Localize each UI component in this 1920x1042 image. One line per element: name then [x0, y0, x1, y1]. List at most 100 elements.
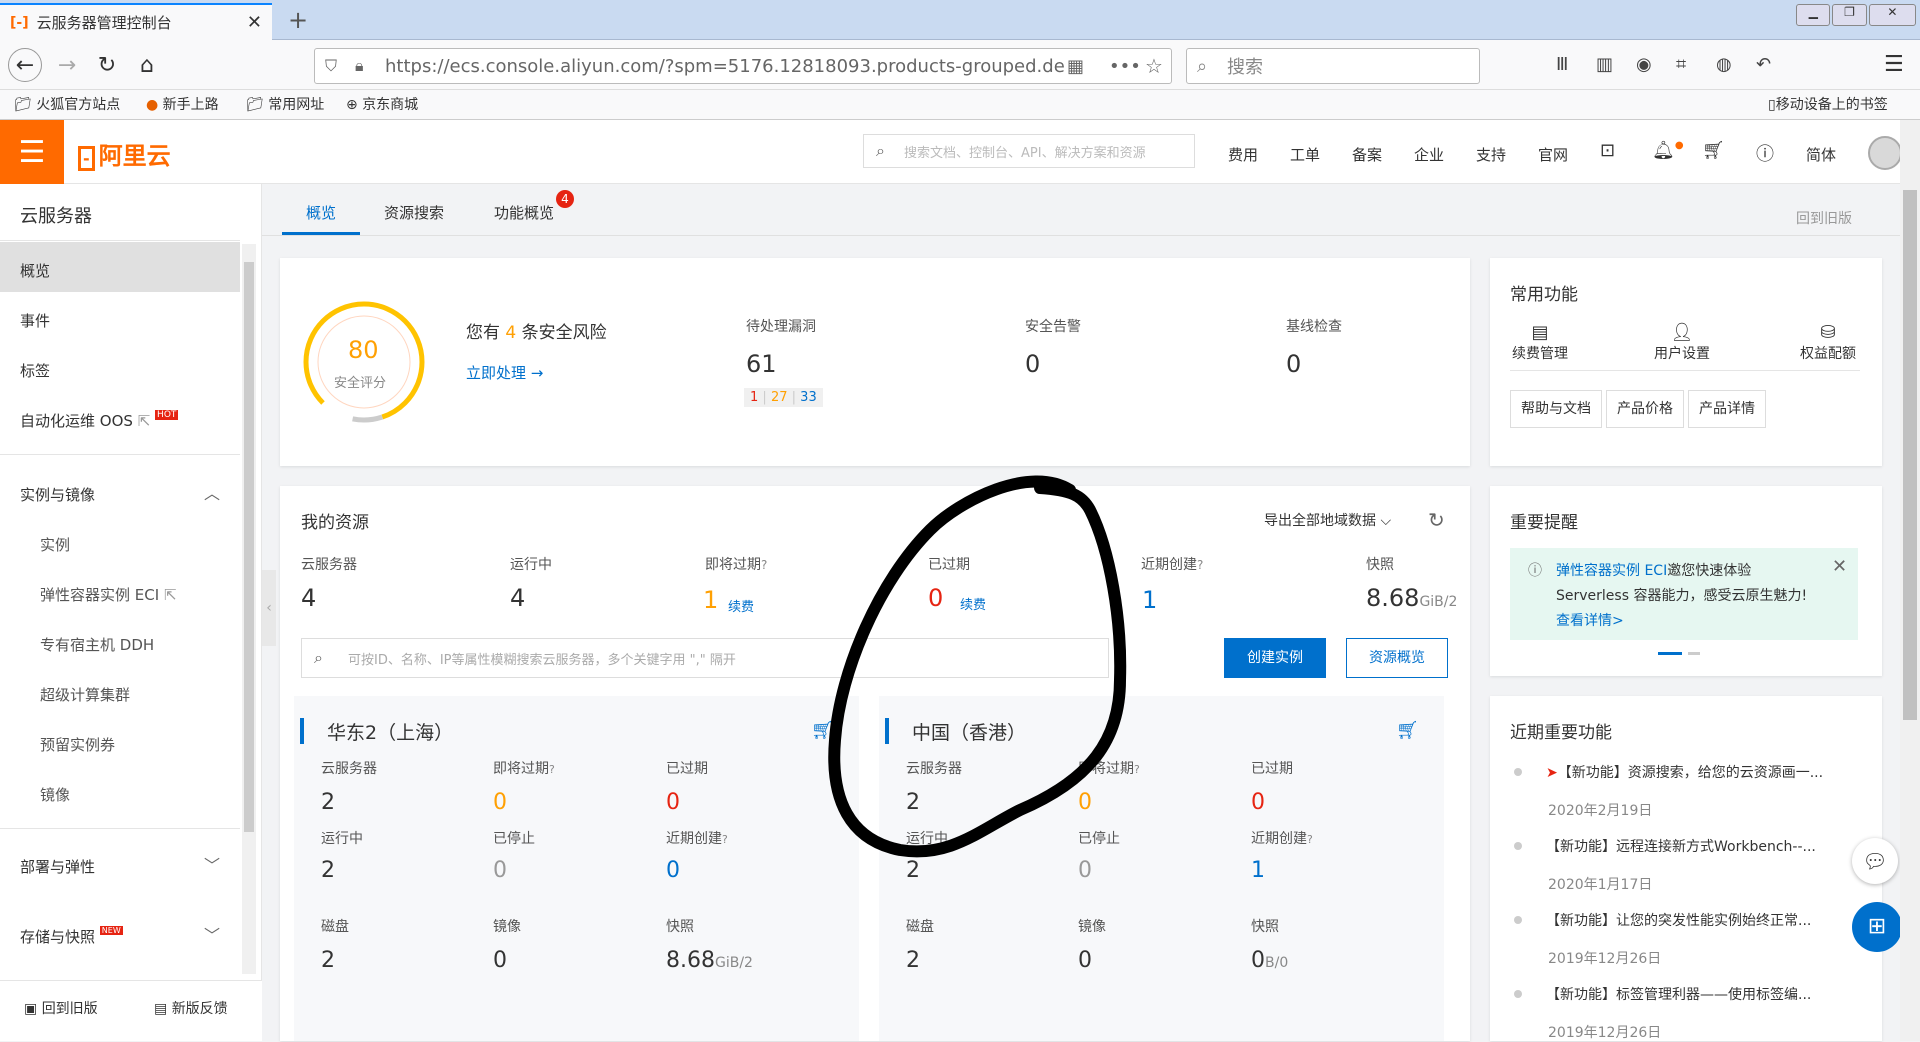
region-stat-value[interactable]: 0: [493, 948, 507, 973]
nav-icp[interactable]: 备案: [1352, 144, 1382, 165]
bell-icon[interactable]: 🔔︎●: [1652, 140, 1684, 161]
chat-icon[interactable]: ◍: [1716, 54, 1756, 75]
minimize-icon[interactable]: ▁: [1796, 4, 1831, 26]
refresh-icon[interactable]: ↻: [1428, 508, 1445, 532]
tab-resource-search[interactable]: 资源搜索: [384, 202, 444, 223]
close-icon[interactable]: ✕: [1832, 556, 1847, 577]
region-stat-value[interactable]: 2: [906, 948, 920, 973]
nav-tickets[interactable]: 工单: [1290, 144, 1320, 165]
stat-value[interactable]: 1: [703, 586, 718, 614]
region-stat-value[interactable]: 2: [321, 858, 335, 883]
help-icon[interactable]: ?: [722, 833, 728, 846]
help-icon[interactable]: ?: [761, 558, 767, 572]
home-icon[interactable]: ⌂: [130, 48, 164, 82]
reload-icon[interactable]: ↻: [90, 48, 124, 82]
nav-enterprise[interactable]: 企业: [1414, 144, 1444, 165]
stat-value[interactable]: 4: [510, 584, 525, 612]
help-docs-link[interactable]: 帮助与文档: [1510, 390, 1602, 428]
avatar[interactable]: [1868, 136, 1902, 170]
cart-icon[interactable]: 🛒︎: [1702, 140, 1725, 161]
chevron-down-icon[interactable]: ﹀: [204, 922, 220, 946]
sidebar-scrollbar[interactable]: [242, 244, 256, 974]
region-stat-value[interactable]: 1: [1251, 858, 1265, 883]
region-stat-value[interactable]: 2: [321, 948, 335, 973]
apps-float-button[interactable]: ⊞: [1852, 902, 1902, 952]
mobile-bookmarks[interactable]: ▯移动设备上的书签: [1768, 94, 1888, 114]
browser-tab[interactable]: [-] 云服务器管理控制台 ✕: [0, 3, 272, 40]
back-icon[interactable]: ←: [8, 48, 42, 82]
sidebar-item-events[interactable]: 事件: [20, 310, 50, 331]
url-bar[interactable]: ⛉ 🔒︎ https://ecs.console.aliyun.com/?spm…: [314, 48, 1172, 84]
back-to-old-button[interactable]: ▣ 回到旧版: [24, 998, 98, 1018]
help-icon[interactable]: ?: [1197, 558, 1203, 572]
region-stat-value[interactable]: 0: [493, 790, 507, 815]
close-tab-icon[interactable]: ✕: [247, 12, 262, 33]
sidebar-item-tags[interactable]: 标签: [20, 360, 50, 381]
bookmark-item[interactable]: 📁︎ 常用网址: [246, 94, 324, 114]
sidebar-item-ddh[interactable]: 专有宿主机 DDH: [40, 634, 154, 655]
tab-overview[interactable]: 概览: [306, 202, 336, 223]
feedback-button[interactable]: ▤ 新版反馈: [154, 998, 228, 1018]
region-stat-value[interactable]: 0B/0: [1251, 948, 1288, 973]
restore-icon[interactable]: ❐: [1832, 4, 1867, 26]
quota[interactable]: ⛁ 权益配额: [1798, 322, 1858, 363]
handle-now-link[interactable]: 立即处理 →: [466, 362, 543, 383]
tab-feature-overview[interactable]: 功能概览: [494, 202, 554, 223]
hamburger-menu-icon[interactable]: ☰: [0, 120, 64, 184]
undo-icon[interactable]: ↶: [1756, 54, 1796, 75]
sidebar-group-storage[interactable]: 存储与快照 NEW: [20, 926, 123, 947]
stat-value[interactable]: 4: [301, 584, 316, 612]
bookmark-item[interactable]: 📁︎ 火狐官方站点: [14, 94, 120, 114]
sidebar-group-deploy[interactable]: 部署与弹性: [20, 856, 95, 877]
carousel-indicator[interactable]: [1688, 652, 1700, 655]
region-stat-value[interactable]: 0: [666, 858, 680, 883]
region-stat-value[interactable]: 8.68GiB/2: [666, 948, 753, 973]
user-settings[interactable]: 👤︎ 用户设置: [1652, 322, 1712, 363]
vuln-value[interactable]: 61: [746, 350, 777, 378]
baseline-value[interactable]: 0: [1286, 350, 1301, 378]
sidebar-item-oos[interactable]: 自动化运维 OOS ⇱ HOT: [20, 410, 179, 431]
library-icon[interactable]: Ⅲ: [1556, 54, 1596, 75]
product-detail-link[interactable]: 产品详情: [1688, 390, 1766, 428]
star-icon[interactable]: ☆: [1145, 54, 1163, 78]
screenshot-icon[interactable]: ⌗: [1676, 54, 1716, 75]
export-dropdown[interactable]: 导出全部地域数据 ⌵: [1264, 510, 1391, 530]
region-stat-value[interactable]: 0: [666, 790, 680, 815]
sidebar-group-instances[interactable]: 实例与镜像: [20, 484, 95, 505]
sidebar-item-eci[interactable]: 弹性容器实例 ECI ⇱: [40, 584, 177, 605]
recent-item-link[interactable]: ➤【新功能】资源搜索，给您的云资源画一...: [1546, 762, 1823, 782]
region-stat-value[interactable]: 2: [321, 790, 335, 815]
help-icon[interactable]: ?: [1307, 833, 1313, 846]
price-link[interactable]: 产品价格: [1606, 390, 1684, 428]
region-stat-value[interactable]: 0: [1078, 948, 1092, 973]
page-scrollbar[interactable]: [1900, 120, 1920, 1041]
console-search-input[interactable]: ⌕ 搜索文档、控制台、API、解决方案和资源: [863, 134, 1195, 168]
aliyun-logo[interactable]: - 阿里云: [78, 136, 171, 171]
recent-item-link[interactable]: 【新功能】让您的突发性能实例始终正常...: [1546, 910, 1811, 930]
sidebar-item-hpc[interactable]: 超级计算集群: [40, 684, 130, 705]
terminal-icon[interactable]: ⊡: [1600, 140, 1615, 161]
new-tab-icon[interactable]: +: [288, 6, 308, 34]
sidebar-item-instances[interactable]: 实例: [40, 534, 70, 555]
help-icon[interactable]: ⓘ: [1756, 140, 1774, 166]
chevron-up-icon[interactable]: ︿: [204, 480, 220, 504]
chevron-down-icon[interactable]: ﹀: [204, 852, 220, 876]
recent-item-link[interactable]: 【新功能】标签管理利器——使用标签编...: [1546, 984, 1811, 1004]
qr-icon[interactable]: ▦: [1067, 56, 1084, 77]
create-instance-button[interactable]: 创建实例: [1224, 638, 1326, 678]
feedback-float-button[interactable]: 💬︎: [1852, 838, 1898, 884]
close-window-icon[interactable]: ✕: [1868, 4, 1917, 26]
reminder-more-link[interactable]: 查看详情>: [1556, 610, 1624, 630]
sidebar-item-reserved[interactable]: 预留实例券: [40, 734, 115, 755]
forward-icon[interactable]: →: [50, 48, 84, 82]
help-icon[interactable]: ?: [549, 763, 555, 776]
renew-manage[interactable]: ▤ 续费管理: [1510, 322, 1570, 363]
nav-fees[interactable]: 费用: [1228, 144, 1258, 165]
region-stat-value[interactable]: 0: [1251, 790, 1265, 815]
collapse-sidebar-handle[interactable]: ‹: [262, 570, 276, 646]
more-icon[interactable]: •••: [1109, 56, 1141, 77]
nav-official[interactable]: 官网: [1538, 144, 1568, 165]
menu-icon[interactable]: ☰: [1884, 52, 1904, 77]
carousel-indicator[interactable]: [1658, 652, 1682, 655]
stat-snapshot[interactable]: 8.68GiB/2: [1366, 584, 1457, 612]
